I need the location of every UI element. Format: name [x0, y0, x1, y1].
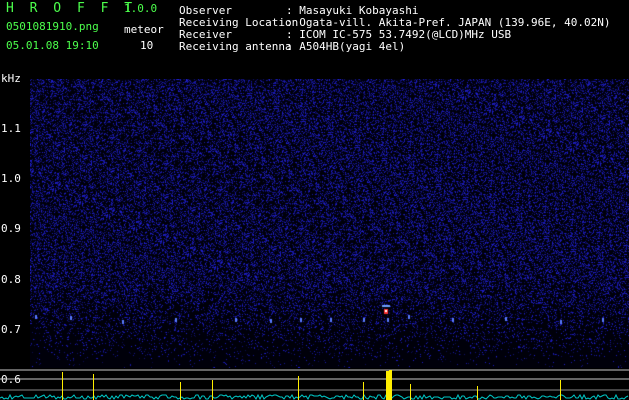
info-label-antenna: Receiving antenna: [179, 40, 292, 53]
echo-spike: [477, 386, 478, 400]
y-tick-1-1: 1.1: [1, 122, 21, 135]
y-tick-0-7: 0.7: [1, 323, 21, 336]
echo-spike: [363, 382, 364, 400]
meteor-count: 10: [140, 39, 154, 52]
meteor-label: meteor: [124, 23, 164, 36]
echo-spike: [410, 384, 411, 400]
echo-spike: [386, 371, 389, 400]
echo-spike: [298, 376, 299, 400]
noise-trace: [0, 393, 629, 400]
app-title: H R O F F T: [6, 1, 137, 16]
echo-spike: [62, 372, 63, 400]
app-version: 1.0.0: [124, 2, 158, 15]
spectrogram-display: [30, 79, 629, 368]
axis-unit-label: kHz: [1, 72, 21, 85]
power-trace-panel: [0, 369, 629, 400]
y-tick-0-8: 0.8: [1, 273, 21, 286]
y-tick-1-0: 1.0: [1, 172, 21, 185]
echo-spike: [389, 370, 392, 400]
file-name: 0501081910.png: [6, 20, 99, 33]
echo-spike: [180, 382, 181, 400]
y-tick-0-9: 0.9: [1, 222, 21, 235]
info-value-antenna: : A504HB(yagi 4el): [286, 40, 406, 53]
datetime: 05.01.08 19:10: [6, 39, 99, 52]
echo-spike: [93, 374, 94, 400]
echo-spike: [560, 380, 561, 400]
echo-spike: [212, 380, 213, 400]
